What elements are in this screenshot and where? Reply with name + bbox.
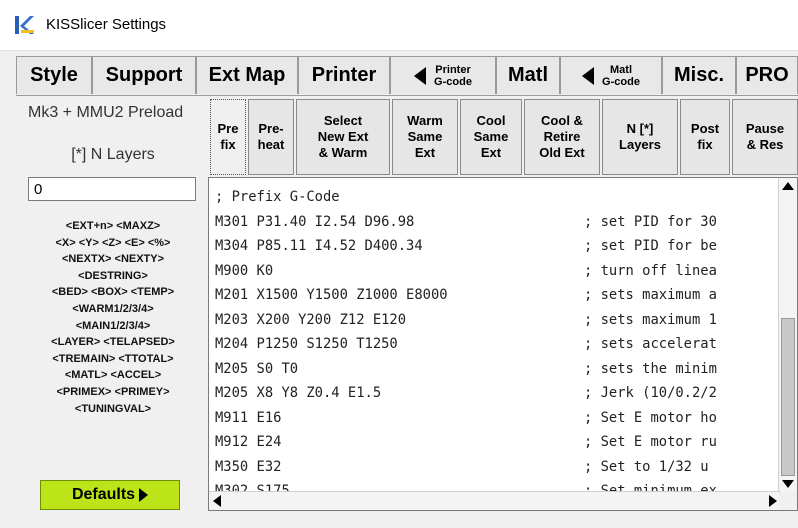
scroll-left-arrow-icon[interactable] <box>213 495 221 507</box>
horizontal-scrollbar[interactable] <box>209 491 781 510</box>
scroll-down-arrow-icon[interactable] <box>782 480 794 488</box>
cool-same-ext-button[interactable]: Cool Same Ext <box>460 99 522 175</box>
comment-line <box>584 185 794 210</box>
comment-line: ; set PID for be <box>584 238 717 254</box>
tab-printer[interactable]: Printer <box>298 56 390 94</box>
defaults-button[interactable]: Defaults <box>40 480 180 510</box>
variable-line: <TREMAIN> <TTOTAL> <box>52 352 174 365</box>
gcode-commands: ; Prefix G-Code M301 P31.40 I2.54 D96.98 M… <box>215 185 448 504</box>
gcode-comments: ; set PID for 30 ; set PID for be ; turn o… <box>584 185 794 504</box>
tab-misc[interactable]: Misc. <box>662 56 736 94</box>
variable-line: <X> <Y> <Z> <E> <%> <box>55 236 171 249</box>
window-title: KISSlicer Settings <box>46 16 167 33</box>
n-layers-label: [*] N Layers <box>71 146 155 163</box>
kisslicer-app-icon <box>15 16 34 34</box>
variable-line: <WARM1/2/3/4> <box>72 302 154 315</box>
variable-line: <NEXTX> <NEXTY> <box>61 253 165 266</box>
triangle-right-icon <box>139 488 149 502</box>
code-line: M350 E32 <box>215 458 282 475</box>
code-line: M205 S0 T0 <box>215 360 299 377</box>
variable-line: <MAIN1/2/3/4> <box>75 319 151 332</box>
comment-line: ; sets maximum a <box>584 287 717 303</box>
tab-ext-map[interactable]: Ext Map <box>196 56 298 94</box>
cool-retire-old-ext-button[interactable]: Cool & Retire Old Ext <box>524 99 600 175</box>
title-bar: KISSlicer Settings <box>0 0 798 51</box>
code-line: M900 K0 <box>215 262 274 279</box>
vertical-scrollbar[interactable] <box>778 178 797 492</box>
postfix-button[interactable]: Post fix <box>680 99 730 175</box>
variable-line: <MATL> <ACCEL> <box>64 369 162 382</box>
variable-line: <LAYER> <TELAPSED> <box>51 336 175 349</box>
tab-matl[interactable]: Matl <box>496 56 560 94</box>
vertical-scroll-thumb[interactable] <box>781 318 795 476</box>
select-new-ext-warm-button[interactable]: Select New Ext & Warm <box>296 99 390 175</box>
settings-tab-bar: Style Support Ext Map Printer Printer G-c… <box>16 56 798 96</box>
n-layers-button[interactable]: N [*] Layers <box>602 99 678 175</box>
code-line: M304 P85.11 I4.52 D400.34 <box>215 238 423 254</box>
scrollbar-corner <box>779 492 797 510</box>
prefix-button[interactable]: Pre fix <box>210 99 246 175</box>
gcode-editor[interactable]: ; Prefix G-Code M301 P31.40 I2.54 D96.98 M… <box>208 177 798 511</box>
comment-line: ; Jerk (10/0.2/2 <box>584 385 717 401</box>
code-line: M205 X8 Y8 Z0.4 E1.5 <box>215 385 382 401</box>
comment-line: ; Set E motor ru <box>584 434 717 450</box>
code-line: M911 E16 <box>215 409 282 426</box>
code-line: ; Prefix G-Code <box>215 189 340 205</box>
warm-same-ext-button[interactable]: Warm Same Ext <box>392 99 458 175</box>
comment-line: ; sets maximum 1 <box>584 311 717 328</box>
tab-matl-gcode[interactable]: Matl G-code <box>560 56 662 94</box>
code-line: M912 E24 <box>215 434 282 450</box>
preheat-button[interactable]: Pre- heat <box>248 99 294 175</box>
code-line: M203 X200 Y200 Z12 E120 <box>215 311 407 328</box>
code-line: M301 P31.40 I2.54 D96.98 <box>215 213 415 230</box>
variable-line: <DESTRING> <box>78 269 148 282</box>
comment-line: ; sets the minim <box>584 360 717 377</box>
tab-style[interactable]: Style <box>16 56 92 94</box>
scroll-up-arrow-icon[interactable] <box>782 182 794 190</box>
comment-line: ; sets accelerat <box>584 336 717 352</box>
triangle-left-icon <box>582 66 595 85</box>
scroll-right-arrow-icon[interactable] <box>769 495 777 507</box>
comment-line: ; Set to 1/32 u <box>584 458 709 475</box>
variable-line: <PRIMEX> <PRIMEY> <box>56 385 170 398</box>
pause-resume-button[interactable]: Pause & Res <box>732 99 798 175</box>
code-line: M204 P1250 S1250 T1250 <box>215 336 398 352</box>
printer-profile-name: Mk3 + MMU2 Preload <box>28 104 184 121</box>
n-layers-input[interactable] <box>28 177 196 201</box>
gcode-variable-list: <EXT+n> <MAXZ> <X> <Y> <Z> <E> <%> <NEXT… <box>20 218 206 417</box>
tab-support[interactable]: Support <box>92 56 196 94</box>
triangle-left-icon <box>414 66 427 85</box>
tab-pro[interactable]: PRO <box>736 56 798 94</box>
comment-line: ; set PID for 30 <box>584 213 717 230</box>
comment-line: ; Set E motor ho <box>584 409 717 426</box>
comment-line: ; turn off linea <box>584 262 717 279</box>
variable-line: <BED> <BOX> <TEMP> <box>51 286 175 299</box>
code-line: M201 X1500 Y1500 Z1000 E8000 <box>215 287 448 303</box>
tab-printer-gcode[interactable]: Printer G-code <box>390 56 496 94</box>
variable-line: <EXT+n> <MAXZ> <box>65 220 161 232</box>
variable-line: <TUNINGVAL> <box>74 402 152 415</box>
